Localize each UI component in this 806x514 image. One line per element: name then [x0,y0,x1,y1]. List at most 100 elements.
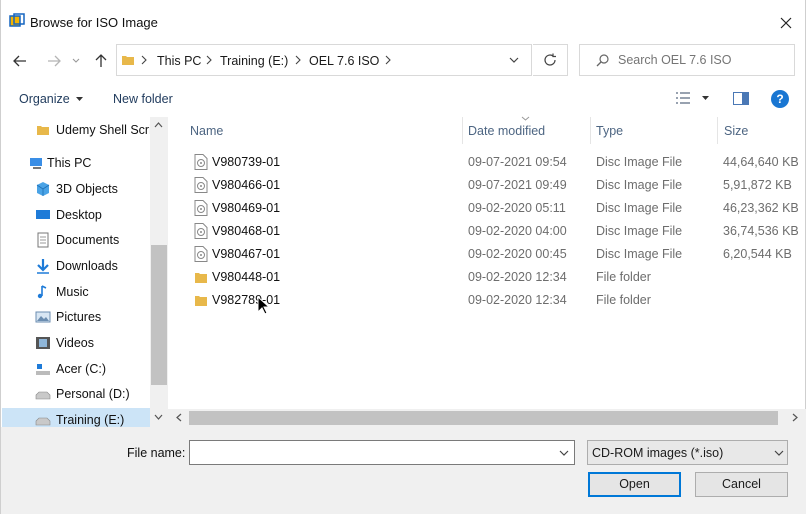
file-date: 09-07-2021 09:54 [468,155,567,169]
open-button[interactable]: Open [588,472,681,497]
folder-row[interactable]: V982789-01 09-02-2020 12:34 File folder [189,289,801,312]
breadcrumb-this-pc[interactable]: This PC [157,54,201,68]
up-button[interactable] [90,50,112,72]
nav-item-label: Videos [56,336,94,350]
file-row[interactable]: V980466-01 09-07-2021 09:49 Disc Image F… [189,174,801,197]
column-header-date[interactable]: Date modified [468,124,545,138]
file-date: 09-02-2020 12:34 [468,270,567,284]
file-row[interactable]: V980469-01 09-02-2020 05:11 Disc Image F… [189,197,801,220]
cancel-button[interactable]: Cancel [695,472,788,497]
scroll-up-icon[interactable] [154,122,163,128]
sort-indicator-icon [521,116,530,121]
file-type: Disc Image File [596,178,683,192]
folder-icon [195,296,207,306]
search-input[interactable] [618,51,788,69]
nav-item-documents[interactable]: Documents [2,228,152,252]
nav-item-label: Pictures [56,310,102,324]
file-type: Disc Image File [596,155,683,169]
folder-icon [37,126,49,135]
nav-item-downloads[interactable]: Downloads [2,254,152,278]
file-name: V980467-01 [212,247,281,261]
disc-image-icon [194,177,208,193]
folder-icon [122,56,134,65]
help-button[interactable]: ? [771,90,789,108]
documents-icon [37,232,49,248]
nav-item-this-pc[interactable]: This PC [2,151,152,175]
file-type: Disc Image File [596,201,683,215]
organize-button[interactable]: Organize [19,92,83,106]
nav-item-videos[interactable]: Videos [2,331,152,355]
nav-item-udemy-shell[interactable]: Udemy Shell Scri [2,118,152,142]
address-bar[interactable]: This PC Training (E:) OEL 7.6 ISO [116,44,532,76]
scroll-right-icon[interactable] [792,413,798,422]
nav-item-desktop[interactable]: Desktop [2,203,152,227]
file-type: Disc Image File [596,224,683,238]
file-name: V980466-01 [212,178,281,192]
column-header-type[interactable]: Type [596,124,623,138]
disc-image-icon [194,223,208,239]
window-title: Browse for ISO Image [30,15,158,30]
file-size: 46,23,362 KB [723,201,799,215]
column-divider[interactable] [590,117,591,144]
folder-row[interactable]: V980448-01 09-02-2020 12:34 File folder [189,266,801,289]
chevron-down-icon[interactable] [559,450,569,456]
filename-combobox[interactable] [189,440,575,465]
scroll-down-icon[interactable] [154,414,163,420]
recent-locations-button[interactable] [65,50,87,72]
search-icon [596,54,609,67]
downloads-icon [37,259,49,274]
file-row[interactable]: V980467-01 09-02-2020 00:45 Disc Image F… [189,243,801,266]
address-dropdown-icon[interactable] [509,57,519,64]
nav-item-label: 3D Objects [56,182,118,196]
back-button[interactable] [9,50,31,72]
pc-icon [30,158,42,169]
chevron-right-icon [295,55,301,65]
arrow-right-icon [48,55,61,67]
file-name: V980739-01 [212,155,281,169]
nav-item-music[interactable]: Music [2,280,152,304]
disc-image-icon [194,154,208,170]
column-header-name[interactable]: Name [190,124,223,138]
file-row[interactable]: V980468-01 09-02-2020 04:00 Disc Image F… [189,220,801,243]
file-date: 09-02-2020 05:11 [468,201,566,215]
column-header-size[interactable]: Size [724,124,748,138]
navigation-pane: Udemy Shell Scri This PC 3D Objects Desk… [2,117,168,427]
chevron-right-icon [206,55,212,65]
refresh-icon [544,53,556,66]
nav-item-personal-drive[interactable]: Personal (D:) [2,382,152,406]
scroll-left-icon[interactable] [176,413,182,422]
column-divider[interactable] [717,117,718,144]
file-type: Disc Image File [596,247,683,261]
close-icon [780,17,792,29]
close-button[interactable] [765,6,806,40]
chevron-down-icon [702,96,709,100]
breadcrumb-training-drive[interactable]: Training (E:) [220,54,288,68]
windows-drive-icon [36,364,50,375]
organize-label: Organize [19,92,70,106]
filename-input[interactable] [194,444,549,461]
nav-item-label: Music [56,285,89,299]
column-divider[interactable] [462,117,463,144]
hscroll-thumb[interactable] [189,411,778,425]
view-options-button[interactable] [675,91,709,108]
search-box[interactable] [579,44,795,76]
virtualbox-app-icon [9,13,25,29]
browse-iso-dialog: Browse for ISO Image This PC Training (E… [0,0,806,514]
filetype-select[interactable]: CD-ROM images (*.iso) [587,440,788,465]
nav-item-3d-objects[interactable]: 3D Objects [2,177,152,201]
refresh-button[interactable] [533,44,568,76]
new-folder-button[interactable]: New folder [113,92,173,106]
file-row[interactable]: V980739-01 09-07-2021 09:54 Disc Image F… [189,151,801,174]
file-list-hscrollbar[interactable] [168,409,806,427]
file-size: 44,64,640 KB [723,155,799,169]
nav-item-pictures[interactable]: Pictures [2,305,152,329]
nav-item-training-drive[interactable]: Training (E:) [2,408,150,427]
nav-scroll-thumb[interactable] [151,245,167,385]
preview-pane-icon [733,92,749,105]
preview-pane-button[interactable] [733,92,749,108]
forward-button[interactable] [43,50,65,72]
breadcrumb-oel-iso[interactable]: OEL 7.6 ISO [309,54,379,68]
mouse-cursor-icon [257,296,270,315]
nav-item-acer-drive[interactable]: Acer (C:) [2,357,152,381]
nav-pane-scrollbar[interactable] [150,117,168,427]
